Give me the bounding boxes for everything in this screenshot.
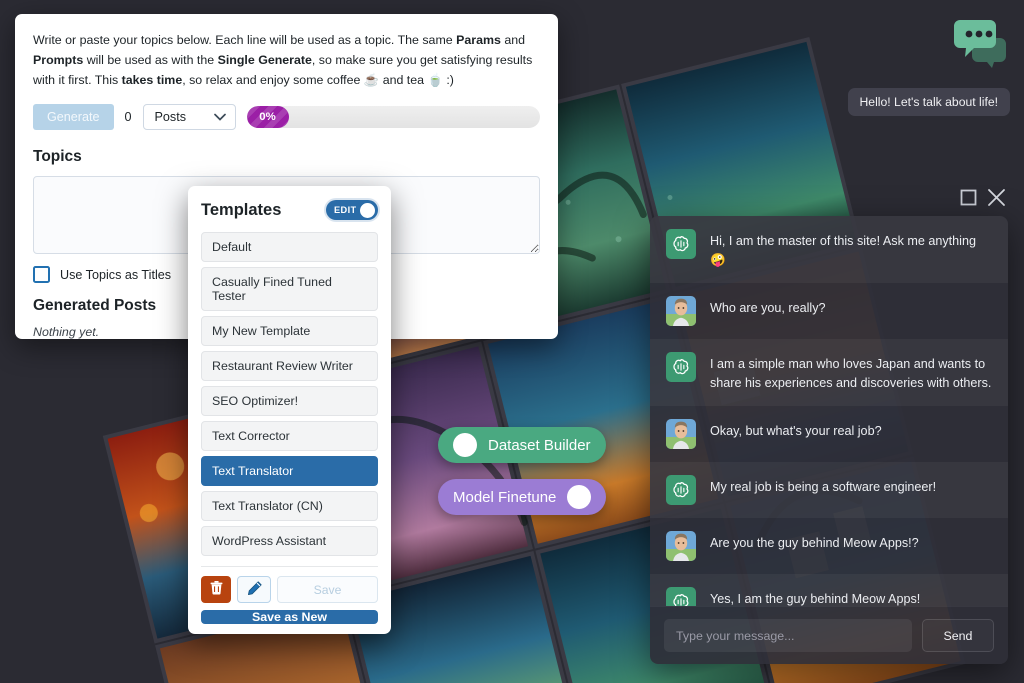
template-item[interactable]: Text Translator (CN)	[201, 491, 378, 521]
templates-divider	[201, 566, 378, 567]
templates-list: Default Casually Fined Tuned Tester My New…	[201, 232, 378, 556]
chat-message-input[interactable]	[664, 619, 912, 652]
chat-message-bot: My real job is being a software engineer…	[650, 461, 1008, 518]
chat-message-text: Are you the guy behind Meow Apps!?	[710, 535, 919, 550]
chat-message-text: I am a simple man who loves Japan and wa…	[710, 356, 992, 390]
model-finetune-dot-icon	[567, 485, 592, 509]
edit-template-button[interactable]	[237, 576, 271, 603]
chat-message-text: Hi, I am the master of this site! Ask me…	[710, 234, 976, 267]
user-photo-avatar	[666, 295, 696, 326]
topics-title: Topics	[33, 148, 82, 166]
save-template-button[interactable]: Save	[277, 576, 378, 603]
chat-message-text: My real job is being a software engineer…	[710, 479, 937, 494]
edit-toggle[interactable]: EDIT	[326, 200, 378, 220]
post-type-select[interactable]: PostsPagesProducts	[142, 104, 236, 131]
user-photo-avatar	[666, 418, 696, 449]
use-topics-as-titles-checkbox[interactable]	[33, 266, 50, 284]
template-item[interactable]: Default	[201, 232, 378, 262]
model-finetune-pill[interactable]: Model Finetune	[438, 479, 607, 515]
openai-logo-icon	[666, 474, 696, 505]
template-item[interactable]: SEO Optimizer!	[201, 386, 378, 416]
dataset-builder-pill[interactable]: Dataset Builder	[438, 427, 606, 463]
generate-toolbar: Generate 0 PostsPagesProducts 0%	[33, 104, 540, 131]
chat-message-list: Hi, I am the master of this site! Ask me…	[650, 216, 1008, 606]
model-finetune-label: Model Finetune	[453, 488, 557, 506]
chat-window-controls	[960, 188, 1006, 212]
chat-message-user: Okay, but what's your real job?	[650, 406, 1008, 462]
intro-description: Write or paste your topics below. Each l…	[33, 33, 533, 88]
template-item[interactable]: Text Translator	[201, 456, 378, 486]
dataset-builder-label: Dataset Builder	[488, 436, 591, 454]
trash-icon	[210, 581, 223, 598]
chat-bubble-icon	[948, 20, 1010, 78]
send-button[interactable]: Send	[922, 619, 994, 652]
templates-header: Templates EDIT	[201, 200, 378, 220]
dataset-builder-dot-icon	[453, 433, 477, 457]
chat-message-bot: I am a simple man who loves Japan and wa…	[650, 338, 1008, 406]
templates-title: Templates	[201, 200, 282, 219]
templates-panel: Templates EDIT Default Casually Fined Tun…	[188, 186, 391, 634]
chat-message-text: Yes, I am the guy behind Meow Apps!	[710, 591, 921, 606]
maximize-icon[interactable]	[960, 189, 977, 211]
edit-toggle-label: EDIT	[334, 205, 357, 215]
chat-message-text: Okay, but what's your real job?	[710, 423, 882, 438]
use-topics-as-titles-label: Use Topics as Titles	[60, 267, 172, 282]
templates-actions: Save	[201, 576, 378, 603]
user-photo-avatar	[666, 530, 696, 561]
close-icon[interactable]	[987, 188, 1006, 212]
chat-launcher-button[interactable]	[948, 12, 1010, 79]
template-item[interactable]: Text Corrector	[201, 421, 378, 451]
generate-button[interactable]: Generate	[33, 104, 114, 131]
delete-template-button[interactable]	[201, 576, 231, 603]
save-as-new-template-button[interactable]: Save as New	[201, 610, 378, 624]
edit-toggle-knob	[360, 202, 375, 218]
greeting-bubble: Hello! Let's talk about life!	[847, 88, 1010, 116]
openai-logo-icon	[666, 351, 696, 382]
generation-progress-bar: 0%	[246, 106, 540, 129]
post-type-select-wrapper[interactable]: PostsPagesProducts	[142, 104, 236, 131]
chat-message-user: Who are you, really?	[650, 283, 1008, 339]
chat-message-text: Who are you, really?	[710, 300, 826, 315]
template-item[interactable]: Casually Fined Tuned Tester	[201, 267, 378, 311]
chat-message-bot: Yes, I am the guy behind Meow Apps!	[650, 573, 1008, 606]
chat-message-user: Are you the guy behind Meow Apps!?	[650, 518, 1008, 574]
template-item[interactable]: My New Template	[201, 316, 378, 346]
chat-window: Hi, I am the master of this site! Ask me…	[650, 216, 1008, 664]
openai-logo-icon	[666, 229, 696, 259]
pencil-icon	[247, 580, 262, 599]
chat-composer: Send	[650, 606, 1008, 664]
template-item[interactable]: WordPress Assistant	[201, 526, 378, 556]
generate-count: 0	[124, 110, 132, 125]
openai-logo-icon	[666, 586, 696, 606]
progress-percent-badge: 0%	[246, 106, 289, 129]
chat-message-bot: Hi, I am the master of this site! Ask me…	[650, 216, 1008, 283]
template-item[interactable]: Restaurant Review Writer	[201, 351, 378, 381]
